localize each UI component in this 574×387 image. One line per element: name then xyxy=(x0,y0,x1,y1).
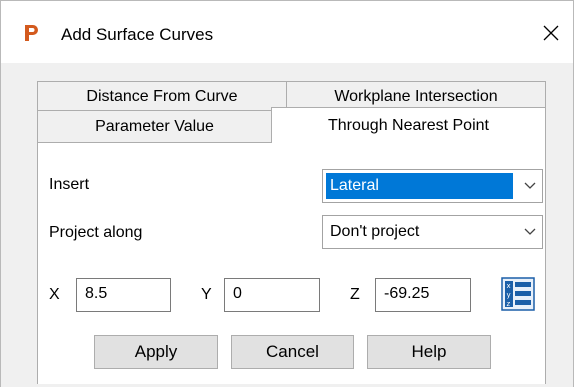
dialog-window: Add Surface Curves Distance From Curve W… xyxy=(0,0,574,387)
close-icon xyxy=(543,25,559,41)
help-button[interactable]: Help xyxy=(367,335,491,369)
tab-through-nearest-point[interactable]: Through Nearest Point xyxy=(271,107,546,143)
xyz-calculator-icon[interactable]: x y z xyxy=(501,277,535,311)
apply-button[interactable]: Apply xyxy=(94,335,218,369)
tab-distance-from-curve[interactable]: Distance From Curve xyxy=(37,81,287,111)
project-along-selected-value: Don't project xyxy=(330,223,420,240)
svg-text:x: x xyxy=(507,282,511,290)
dialog-body: Distance From Curve Workplane Intersecti… xyxy=(1,63,573,387)
x-label: X xyxy=(49,286,60,303)
y-input[interactable]: 0 xyxy=(224,278,320,312)
tab-parameter-value[interactable]: Parameter Value xyxy=(37,110,272,142)
tab-panel-through-nearest-point: Insert Lateral Project along Don't proje… xyxy=(37,142,546,384)
x-input[interactable]: 8.5 xyxy=(76,278,171,312)
insert-selected-value: Lateral xyxy=(326,173,513,199)
project-along-dropdown[interactable]: Don't project xyxy=(322,215,543,249)
tab-label: Distance From Curve xyxy=(86,87,238,105)
project-along-label: Project along xyxy=(49,224,143,241)
title-bar: Add Surface Curves xyxy=(1,1,573,63)
tab-label: Parameter Value xyxy=(95,117,214,135)
cancel-button[interactable]: Cancel xyxy=(231,335,354,369)
tab-label: Through Nearest Point xyxy=(328,116,489,134)
tab-label: Workplane Intersection xyxy=(334,87,498,105)
insert-label: Insert xyxy=(49,176,90,193)
close-button[interactable] xyxy=(529,15,573,51)
chevron-down-icon xyxy=(524,228,536,235)
y-label: Y xyxy=(201,286,212,303)
z-input[interactable]: -69.25 xyxy=(375,278,471,312)
chevron-down-icon xyxy=(524,182,536,189)
svg-text:y: y xyxy=(507,291,511,299)
z-label: Z xyxy=(350,286,360,303)
svg-text:z: z xyxy=(507,300,511,308)
insert-dropdown[interactable]: Lateral xyxy=(322,169,543,203)
window-title: Add Surface Curves xyxy=(61,25,214,44)
app-p-icon xyxy=(22,23,40,43)
